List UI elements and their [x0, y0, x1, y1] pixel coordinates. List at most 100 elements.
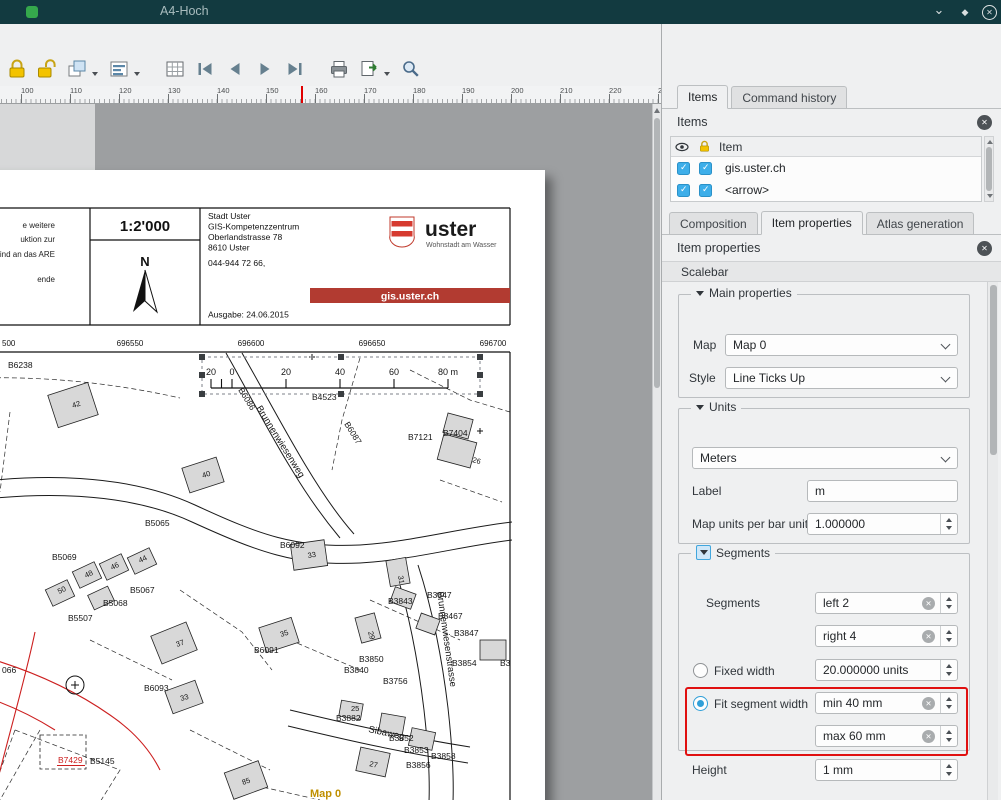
ruler-tick-label: 150: [266, 86, 279, 95]
scroll-down-arrow-icon[interactable]: [987, 194, 993, 198]
map-combobox[interactable]: Map 0: [725, 334, 958, 356]
dropdown-caret-icon[interactable]: [134, 72, 140, 76]
map-coordinate-label: 500: [2, 339, 16, 348]
spin-value: 1 mm: [823, 763, 853, 777]
tab-command-history[interactable]: Command history: [731, 86, 847, 108]
height-spinbox[interactable]: 1 mm: [815, 759, 958, 781]
spin-arrows[interactable]: [940, 593, 957, 613]
next-icon: [254, 58, 276, 80]
preview-atlas-button[interactable]: [162, 56, 188, 82]
composition-canvas[interactable]: B623842B6086BrunnenwiesenwegB4523B6087B7…: [0, 104, 652, 800]
clear-icon[interactable]: [922, 630, 935, 643]
map-item[interactable]: B623842B6086BrunnenwiesenwegB4523B6087B7…: [0, 170, 545, 800]
fixed-width-radio[interactable]: [693, 663, 708, 678]
map-label: B6093: [144, 683, 169, 693]
scalebar-number: 40: [335, 367, 345, 377]
dropdown-caret-icon[interactable]: [92, 72, 98, 76]
lock-checkbox[interactable]: [699, 162, 712, 175]
scalebar-number: 20: [281, 367, 291, 377]
dropdown-caret-icon[interactable]: [384, 72, 390, 76]
print-atlas-button[interactable]: [326, 56, 352, 82]
item-type-header: Scalebar: [662, 261, 1001, 282]
collapse-arrow-icon[interactable]: [696, 291, 704, 296]
window-titlebar: A4-Hoch: [0, 0, 1001, 24]
fixed-width-spinbox[interactable]: 20.000000 units: [815, 659, 958, 681]
window-maximize-button[interactable]: [956, 3, 974, 21]
units-combobox[interactable]: Meters: [692, 447, 958, 469]
visibility-checkbox[interactable]: [677, 162, 690, 175]
scroll-up-arrow-icon[interactable]: [654, 108, 660, 113]
atlas-settings-button[interactable]: [398, 56, 424, 82]
tab-items[interactable]: Items: [677, 85, 728, 109]
align-items-button[interactable]: [106, 56, 132, 82]
spin-arrows[interactable]: [940, 760, 957, 780]
unit-label-field[interactable]: m: [807, 480, 958, 502]
map-label: Map: [693, 338, 716, 352]
clear-icon[interactable]: [922, 597, 935, 610]
spin-arrows[interactable]: [940, 626, 957, 646]
ruler-tick-label: 140: [217, 86, 230, 95]
composition-page[interactable]: B623842B6086BrunnenwiesenwegB4523B6087B7…: [0, 170, 545, 800]
items-panel-title: Items: [677, 115, 708, 129]
export-atlas-button[interactable]: [356, 56, 382, 82]
close-items-panel-button[interactable]: [977, 115, 992, 130]
address-line: 8610 Uster: [208, 243, 250, 253]
items-tree-rows: gis.uster.ch <arrow>: [671, 157, 981, 201]
map-units-spinbox[interactable]: 1.000000: [807, 513, 958, 535]
unlock-items-button[interactable]: [34, 56, 60, 82]
uster-logo: uster Wohnstadt am Wasser: [390, 217, 497, 249]
scrollbar-thumb[interactable]: [654, 118, 660, 388]
style-combobox[interactable]: Line Ticks Up: [725, 367, 958, 389]
north-letter: N: [140, 254, 149, 269]
tab-atlas-generation[interactable]: Atlas generation: [866, 212, 975, 234]
map-label: 33: [307, 550, 317, 560]
lock-items-button[interactable]: [4, 56, 30, 82]
address-line: Stadt Uster: [208, 211, 251, 221]
items-tree[interactable]: Item gis.uster.ch <arrow>: [670, 136, 982, 202]
segments-right-spinbox[interactable]: right 4: [815, 625, 958, 647]
scrollbar-thumb[interactable]: [986, 147, 992, 191]
spin-up-icon: [946, 630, 952, 634]
ruler-tick-label: 110: [70, 86, 82, 95]
close-properties-panel-button[interactable]: [977, 241, 992, 256]
scrollbar-thumb[interactable]: [990, 285, 997, 455]
north-arrow-icon: [133, 270, 157, 312]
scalebar-number: 20: [206, 367, 216, 377]
ruler-tick-label: 170: [364, 86, 377, 95]
spin-arrows[interactable]: [940, 660, 957, 680]
item-row[interactable]: <arrow>: [671, 179, 981, 201]
canvas-vertical-scrollbar[interactable]: [652, 104, 661, 800]
collapse-arrow-icon[interactable]: [696, 405, 704, 410]
tab-composition[interactable]: Composition: [669, 212, 758, 234]
window-close-button[interactable]: [982, 5, 997, 20]
ruler-tick-label: 120: [119, 86, 132, 95]
scroll-up-arrow-icon[interactable]: [987, 140, 993, 144]
properties-scrollbar[interactable]: [987, 282, 998, 800]
ruler-tick-label: 210: [560, 86, 573, 95]
skip-last-icon: [284, 58, 306, 80]
item-row[interactable]: gis.uster.ch: [671, 157, 981, 179]
ruler-tick-label: 160: [315, 86, 328, 95]
spin-down-icon: [946, 526, 952, 530]
items-tree-scrollbar[interactable]: [984, 136, 994, 202]
last-feature-button[interactable]: [282, 56, 308, 82]
canvas-light-area: [0, 104, 95, 170]
spin-arrows[interactable]: [940, 514, 957, 534]
raise-items-button[interactable]: [64, 56, 90, 82]
tab-item-properties[interactable]: Item properties: [761, 211, 863, 235]
properties-panel-title: Item properties: [677, 241, 760, 255]
header-note-line: ende: [37, 275, 55, 284]
segments-left-spinbox[interactable]: left 2: [815, 592, 958, 614]
first-feature-button[interactable]: [192, 56, 218, 82]
unlock-icon: [36, 58, 58, 80]
toolbar: [0, 24, 661, 86]
collapse-arrow-box[interactable]: [696, 545, 711, 560]
map-label: B3: [500, 658, 511, 668]
ruler-tick-label: 130: [168, 86, 181, 95]
lock-checkbox[interactable]: [699, 184, 712, 197]
window-shade-button[interactable]: [930, 3, 948, 21]
map-label: B7121: [408, 432, 433, 442]
next-feature-button[interactable]: [252, 56, 278, 82]
visibility-checkbox[interactable]: [677, 184, 690, 197]
previous-feature-button[interactable]: [222, 56, 248, 82]
